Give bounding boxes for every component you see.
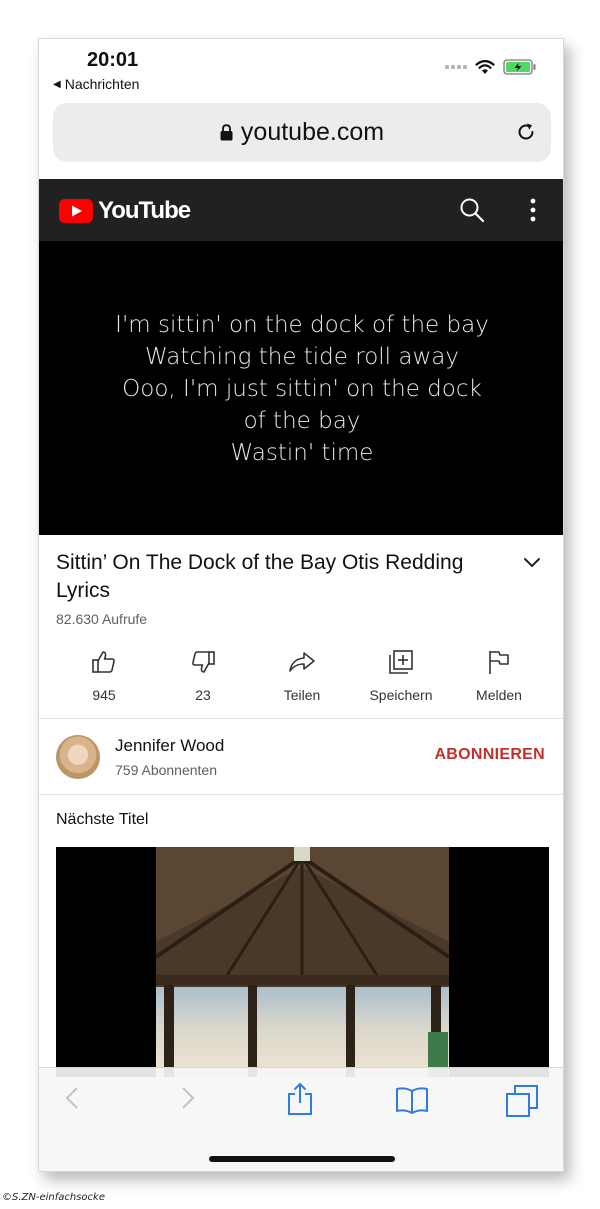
dislike-button[interactable]: 23 [153,647,253,703]
video-title[interactable]: Sittin’ On The Dock of the Bay Otis Redd… [56,549,506,605]
chevron-down-icon[interactable] [523,557,541,569]
video-title-line: Sittin’ On The Dock of the Bay Otis Redd… [56,551,464,574]
save-label: Speichern [369,687,433,703]
video-player[interactable]: I'm sittin' on the dock of the bay Watch… [39,241,563,535]
channel-avatar[interactable] [56,735,100,779]
reload-icon[interactable] [515,121,537,143]
address-bar[interactable]: youtube.com [53,103,551,162]
divider [39,794,563,795]
share-label: Teilen [283,687,321,703]
battery-charging-icon [503,59,536,75]
url-text: youtube.com [240,118,385,146]
share-arrow-icon [289,652,315,672]
back-triangle-icon: ◀ [53,78,61,90]
divider [39,718,563,719]
save-button[interactable]: Speichern [351,647,451,703]
action-row: 945 23 Teilen Speichern Melden [39,647,563,713]
lyric-line: I'm sittin' on the dock of the bay [115,312,489,338]
flag-icon [489,651,509,674]
view-count: 82.630 Aufrufe [56,611,148,627]
thumbs-down-icon [192,651,215,673]
signal-dots-icon [445,65,467,69]
search-icon[interactable] [459,197,485,223]
video-title-line: Lyrics [56,579,111,602]
status-indicators [445,59,537,75]
subscriber-count: 759 Abonnenten [115,762,217,778]
wifi-icon [475,59,495,74]
status-bar: 20:01 ◀ Nachrichten [39,39,563,101]
lock-icon [220,124,233,141]
next-video-thumbnail[interactable] [56,847,549,1077]
lyric-line: Wastin' time [230,440,374,466]
back-arrow-icon[interactable] [65,1086,79,1110]
status-time: 20:01 [87,49,139,71]
forward-arrow-icon[interactable] [181,1086,195,1110]
browser-toolbar [39,1067,563,1171]
subscribe-button[interactable]: ABONNIEREN [434,746,545,764]
youtube-wordmark: YouTube [98,197,191,224]
watermark-text: ©S.ZN-einfachsocke [2,1192,105,1203]
back-to-app-link[interactable]: ◀ Nachrichten [53,76,139,92]
youtube-play-logo-icon [59,199,93,223]
youtube-header: YouTube [39,179,563,241]
like-count: 945 [92,687,116,703]
report-label: Melden [476,687,522,703]
home-indicator[interactable] [209,1156,395,1162]
share-button[interactable]: Teilen [252,647,352,703]
bookmarks-book-icon[interactable] [395,1086,429,1114]
lyric-line: Ooo, I'm just sittin' on the dock [122,376,482,402]
dislike-count: 23 [195,687,211,703]
channel-name[interactable]: Jennifer Wood [115,736,224,756]
youtube-logo[interactable]: YouTube [59,197,191,225]
share-sheet-icon[interactable] [286,1082,314,1116]
report-button[interactable]: Melden [449,647,549,703]
tabs-overview-icon[interactable] [505,1084,539,1118]
like-button[interactable]: 945 [54,647,154,703]
save-to-playlist-icon [389,650,413,674]
more-options-icon[interactable] [529,198,537,222]
thumbs-up-icon [92,651,115,673]
lyric-line: of the bay [243,408,361,434]
gazebo-roof-image [154,847,451,1077]
url-display[interactable]: youtube.com [53,118,551,147]
back-app-label: Nachrichten [64,76,140,92]
lyric-line: Watching the tide roll away [145,344,459,370]
up-next-heading: Nächste Titel [56,811,149,828]
phone-screen: 20:01 ◀ Nachrichten youtube.com YouTube … [38,38,564,1172]
video-lyrics-overlay: I'm sittin' on the dock of the bay Watch… [39,309,563,469]
